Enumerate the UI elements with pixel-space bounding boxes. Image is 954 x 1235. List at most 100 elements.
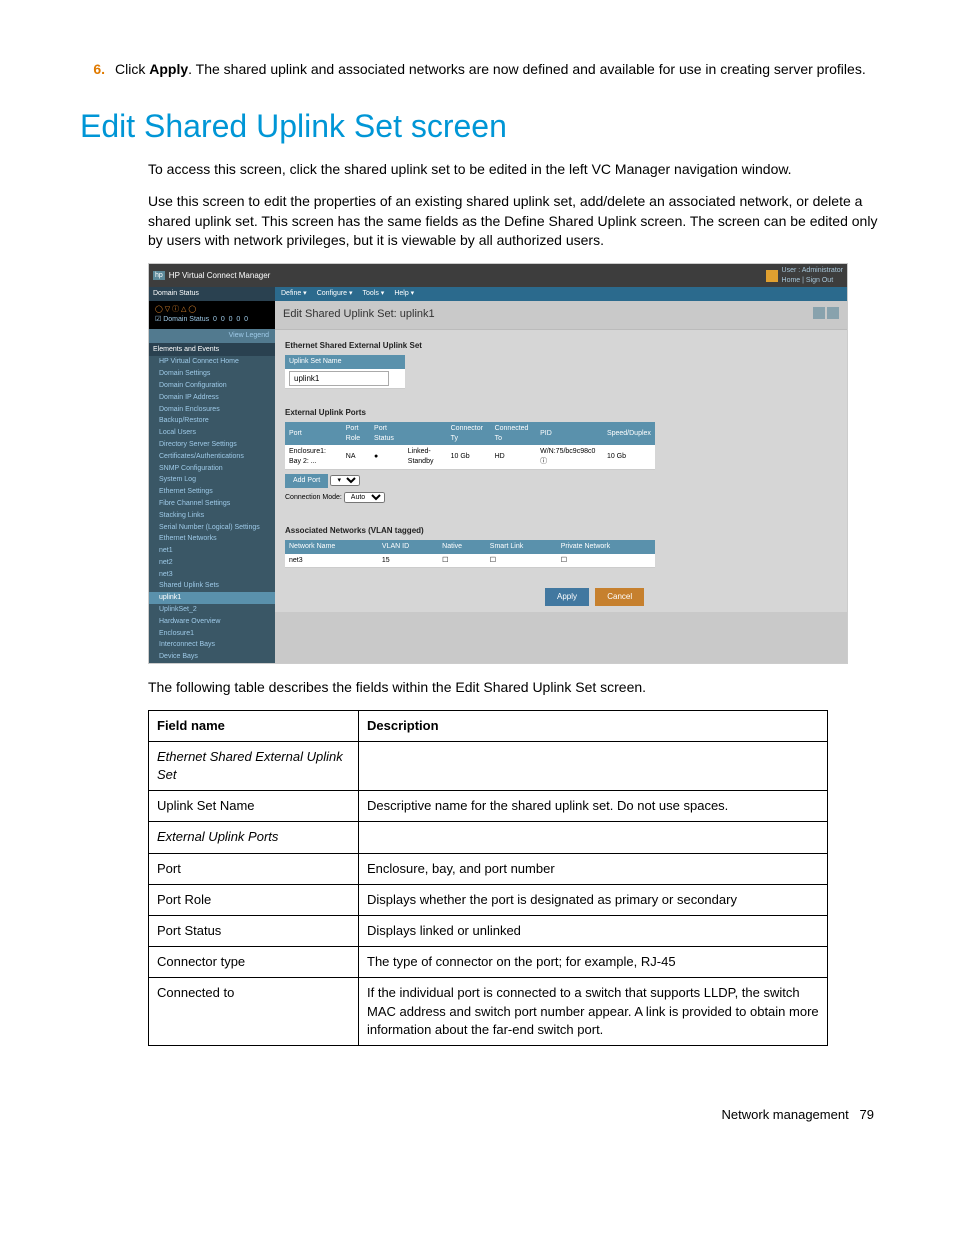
field-desc-cell: Displays whether the port is designated …: [359, 884, 828, 915]
ports-td: ●: [370, 445, 404, 469]
ss-titlebar: hp HP Virtual Connect Manager User : Adm…: [149, 264, 847, 288]
ss-page-title-row: Edit Shared Uplink Set: uplink1: [275, 301, 847, 328]
ports-th: Speed/Duplex: [603, 422, 655, 446]
ports-th: Connector Ty: [447, 422, 491, 446]
home-icon[interactable]: [766, 270, 778, 282]
intro-paragraph-1: To access this screen, click the shared …: [148, 160, 884, 180]
ports-th: Port: [285, 422, 342, 446]
ss-app-title: HP Virtual Connect Manager: [169, 270, 271, 281]
assoc-th: Private Network: [557, 540, 655, 554]
step-bold: Apply: [149, 61, 188, 77]
nav-item[interactable]: Backup/Restore: [149, 415, 275, 427]
user-links[interactable]: Home | Sign Out: [782, 277, 834, 284]
nav-item[interactable]: Ethernet Settings: [149, 486, 275, 498]
numbered-step: 6. Click Apply. The shared uplink and as…: [80, 60, 884, 80]
nav-item[interactable]: Domain IP Address: [149, 392, 275, 404]
ports-th: Port Status: [370, 422, 404, 446]
nav-item[interactable]: Domain Configuration: [149, 380, 275, 392]
nav-item[interactable]: net2: [149, 557, 275, 569]
conn-mode-label: Connection Mode:: [285, 494, 342, 501]
nav-item[interactable]: net1: [149, 545, 275, 557]
ports-td: 10 Gb: [603, 445, 655, 469]
nav-item[interactable]: Certificates/Authentications: [149, 451, 275, 463]
nav-item[interactable]: Device Bays: [149, 651, 275, 663]
help-icon[interactable]: [827, 307, 839, 319]
nav-item[interactable]: Enclosure1: [149, 628, 275, 640]
field-desc-cell: The type of connector on the port; for e…: [359, 947, 828, 978]
ports-th: PID: [536, 422, 603, 446]
menu-item[interactable]: Define ▾: [281, 289, 307, 299]
field-name-cell: Port Role: [149, 884, 359, 915]
assoc-td: ☐: [486, 554, 557, 568]
user-info: User : Administrator Home | Sign Out: [782, 266, 843, 286]
hp-logo: hp: [153, 271, 165, 281]
step-number: 6.: [80, 60, 115, 80]
nav-item[interactable]: Fibre Channel Settings: [149, 498, 275, 510]
add-port-button[interactable]: Add Port: [285, 474, 328, 488]
nav-item[interactable]: UplinkSet_2: [149, 604, 275, 616]
assoc-table: Network NameVLAN IDNativeSmart LinkPriva…: [285, 540, 655, 569]
assoc-th: Smart Link: [486, 540, 557, 554]
apply-button[interactable]: Apply: [545, 588, 589, 605]
section-label-assoc: Associated Networks (VLAN tagged): [285, 525, 837, 536]
print-icon[interactable]: [813, 307, 825, 319]
ss-page-title: Edit Shared Uplink Set: uplink1: [283, 307, 435, 322]
ss-menubar: Define ▾ Configure ▾ Tools ▾ Help ▾: [275, 287, 847, 301]
cancel-button[interactable]: Cancel: [595, 588, 644, 605]
user-label: User : Administrator: [782, 267, 843, 274]
assoc-th: Network Name: [285, 540, 378, 554]
field-description-table: Field name Description Ethernet Shared E…: [148, 710, 828, 1046]
nav-item[interactable]: Domain Settings: [149, 368, 275, 380]
menu-item[interactable]: Help ▾: [394, 289, 414, 299]
th-desc: Description: [359, 710, 828, 741]
field-name-cell: Uplink Set Name: [149, 791, 359, 822]
nav-item[interactable]: Shared Uplink Sets: [149, 580, 275, 592]
nav-item[interactable]: uplink1: [149, 592, 275, 604]
nav-item[interactable]: Local Users: [149, 427, 275, 439]
field-name-cell: External Uplink Ports: [149, 822, 359, 853]
ports-td: W/N:75/bc9c98c0 ⓘ: [536, 445, 603, 469]
section-heading: Edit Shared Uplink Set screen: [80, 104, 884, 149]
section-label-uplinkset: Ethernet Shared External Uplink Set: [285, 340, 837, 351]
uplink-name-input[interactable]: [289, 371, 389, 386]
nav-item[interactable]: Ethernet Networks: [149, 533, 275, 545]
nav-item[interactable]: net3: [149, 569, 275, 581]
step-suffix: . The shared uplink and associated netwo…: [188, 61, 866, 77]
nav-item[interactable]: Serial Number (Logical) Settings: [149, 522, 275, 534]
nav-item[interactable]: Hardware Overview: [149, 616, 275, 628]
ports-table: PortPort RolePort Status Connector TyConn…: [285, 422, 655, 470]
ports-th: Connected To: [491, 422, 537, 446]
nav-item[interactable]: SNMP Configuration: [149, 463, 275, 475]
domain-status-box: ◯ ▽ ⓘ △ ◯ ☑ Domain Status 0 0 0 0 0: [149, 301, 275, 329]
assoc-td: ☐: [557, 554, 655, 568]
assoc-th: VLAN ID: [378, 540, 438, 554]
assoc-td: net3: [285, 554, 378, 568]
nav-item[interactable]: Interconnect Bays: [149, 639, 275, 651]
ports-th: Port Role: [342, 422, 370, 446]
nav-item[interactable]: Stacking Links: [149, 510, 275, 522]
footer-page: 79: [860, 1107, 874, 1122]
field-name-cell: Connected to: [149, 978, 359, 1046]
field-name-cell: Ethernet Shared External Uplink Set: [149, 741, 359, 790]
view-legend-link[interactable]: View Legend: [149, 329, 275, 343]
field-name-cell: Port: [149, 853, 359, 884]
add-port-select[interactable]: ▾: [330, 475, 360, 486]
table-intro: The following table describes the fields…: [148, 678, 884, 698]
nav-item[interactable]: HP Virtual Connect Home: [149, 356, 275, 368]
assoc-th: Native: [438, 540, 486, 554]
conn-mode-select[interactable]: Auto: [344, 492, 385, 503]
ports-td: Linked-Standby: [404, 445, 447, 469]
section-label-ports: External Uplink Ports: [285, 407, 837, 418]
th-field: Field name: [149, 710, 359, 741]
ss-sidebar: Domain Status ◯ ▽ ⓘ △ ◯ ☑ Domain Status …: [149, 287, 275, 663]
ports-td: HD: [491, 445, 537, 469]
menu-item[interactable]: Tools ▾: [363, 289, 385, 299]
embedded-screenshot: hp HP Virtual Connect Manager User : Adm…: [148, 263, 848, 664]
nav-item[interactable]: Domain Enclosures: [149, 404, 275, 416]
field-desc-cell: Enclosure, bay, and port number: [359, 853, 828, 884]
intro-paragraph-2: Use this screen to edit the properties o…: [148, 192, 884, 251]
menu-item[interactable]: Configure ▾: [317, 289, 353, 299]
nav-item[interactable]: Directory Server Settings: [149, 439, 275, 451]
nav-item[interactable]: System Log: [149, 474, 275, 486]
footer-section: Network management: [722, 1107, 849, 1122]
